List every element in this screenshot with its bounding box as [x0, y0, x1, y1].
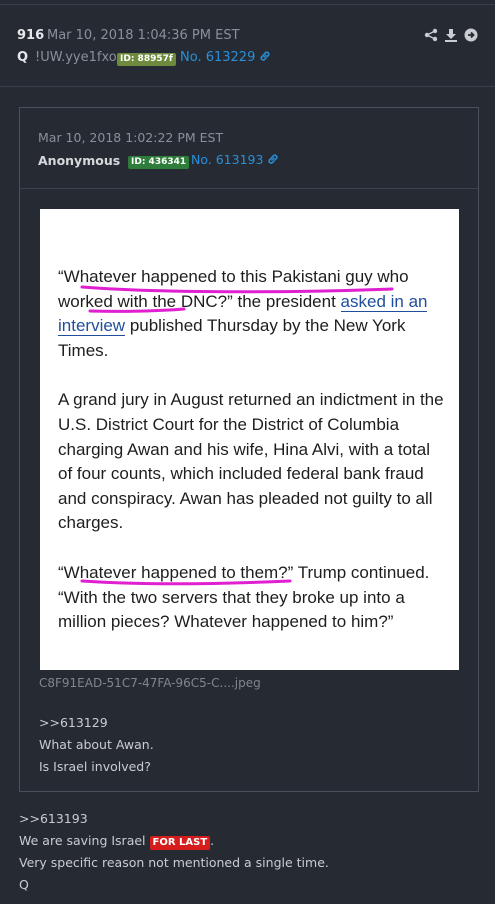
post-signature: Q	[19, 877, 29, 892]
post-date: Mar 10, 2018 1:04:36 PM EST	[47, 28, 240, 43]
post-header	[0, 5, 495, 87]
for-last-tag: FOR LAST	[149, 836, 211, 850]
post-body: >>613193 We are saving Israel FOR LAST. …	[19, 808, 329, 896]
link-icon	[268, 154, 278, 164]
quoted-post: Mar 10, 2018 1:02:22 PM EST Anonymous ID…	[19, 107, 479, 792]
image-paragraph-1: “Whatever happened to this Pakistani guy…	[58, 265, 448, 363]
quoted-reply-ref[interactable]: >>613129	[39, 712, 154, 734]
link-icon	[260, 51, 271, 61]
post-body-line-1-suffix: .	[210, 833, 215, 848]
post-author: Q	[17, 50, 29, 65]
download-icon[interactable]	[444, 27, 458, 42]
post-tripcode: !UW.yye1fxo	[35, 50, 117, 65]
attached-image[interactable]: “Whatever happened to this Pakistani guy…	[40, 209, 459, 670]
post-reply-ref[interactable]: >>613193	[19, 808, 329, 830]
post-id-badge[interactable]: ID: 88957f	[117, 53, 176, 66]
header-divider	[0, 86, 495, 87]
quoted-post-author: Anonymous	[38, 153, 121, 168]
quoted-body-line-2: Is Israel involved?	[39, 759, 151, 774]
quoted-post-number-label[interactable]: No. 613193	[191, 152, 263, 167]
post-body-line-2: Very specific reason not mentioned a sin…	[19, 855, 329, 870]
image-paragraph-3: “Whatever happened to them?” Trump conti…	[58, 562, 430, 632]
share-icon[interactable]	[424, 27, 438, 42]
post-body-line-1: We are saving Israel FOR LAST.	[19, 830, 329, 852]
arrow-circle-icon[interactable]	[464, 27, 478, 42]
quoted-post-date: Mar 10, 2018 1:02:22 PM EST	[38, 130, 224, 145]
quoted-post-header: Mar 10, 2018 1:02:22 PM EST Anonymous ID…	[20, 108, 478, 189]
quoted-id-badge[interactable]: ID: 436341	[128, 156, 190, 169]
quoted-body-line-1: What about Awan.	[39, 737, 154, 752]
post-number[interactable]: 916	[17, 28, 44, 43]
post-number-label[interactable]: No. 613229	[180, 50, 255, 65]
quoted-post-number-link[interactable]: No. 613193	[191, 152, 279, 167]
image-paragraph-2: A grand jury in August returned an indic…	[58, 390, 444, 533]
post-actions	[424, 27, 478, 42]
post-body-line-1-text: We are saving Israel	[19, 833, 146, 848]
post-number-link[interactable]: No. 613229	[180, 50, 271, 65]
image-article-text: “Whatever happened to this Pakistani guy…	[58, 265, 448, 660]
image-filename[interactable]: C8F91EAD-51C7-47FA-96C5-C....jpeg	[39, 676, 261, 690]
quoted-post-body: >>613129 What about Awan. Is Israel invo…	[39, 712, 154, 778]
